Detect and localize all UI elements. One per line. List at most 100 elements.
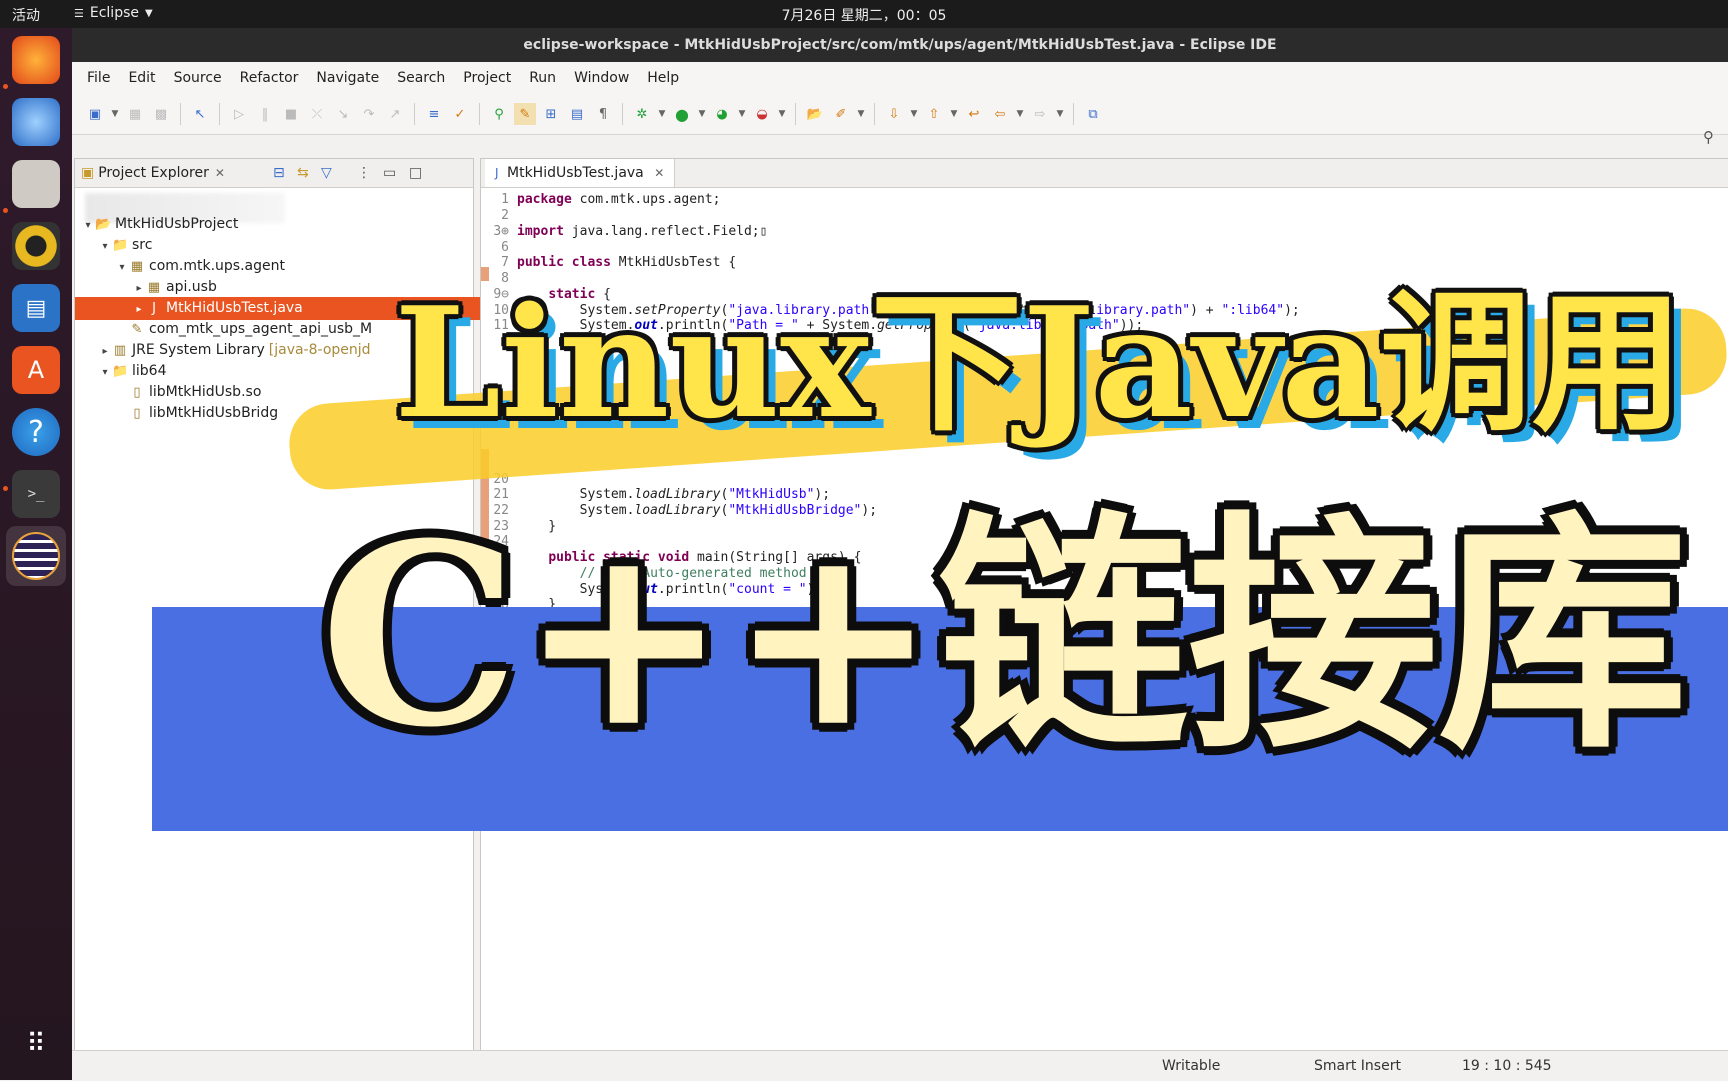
minimize-icon[interactable]: ▭	[383, 165, 396, 181]
chevron-down-icon[interactable]: ▼	[737, 103, 747, 125]
menu-search[interactable]: Search	[388, 70, 454, 86]
menu-run[interactable]: Run	[520, 70, 565, 86]
file-icon: ▯	[133, 406, 141, 421]
chevron-down-icon[interactable]: ▾	[115, 256, 129, 278]
running-indicator	[3, 486, 8, 491]
open-task-icon[interactable]: ▤	[566, 103, 588, 125]
toolbar-separator	[622, 103, 623, 125]
search-icon[interactable]: ⚲	[1703, 128, 1714, 146]
main-toolbar: ▣ ▼ ▦ ▩ ↖ ▷ ‖ ■ ⤫ ↘ ↷ ↗ ≡ ✓ ⚲ ✎ ⊞ ▤ ¶ ✲ …	[72, 94, 1728, 135]
filter-icon[interactable]: ▽	[321, 165, 332, 181]
debug-icon[interactable]: ✲	[631, 103, 653, 125]
menu-help[interactable]: Help	[638, 70, 688, 86]
app-grid-icon[interactable]: ⠿	[12, 1020, 60, 1068]
chevron-down-icon[interactable]: ▼	[949, 103, 959, 125]
step-into-icon[interactable]: ↘	[332, 103, 354, 125]
chevron-down-icon[interactable]: ▾	[81, 214, 95, 236]
header-file-icon: ✎	[131, 322, 143, 337]
cursor-position: 19 : 10 : 545	[1462, 1058, 1552, 1074]
save-all-icon[interactable]: ▩	[150, 103, 172, 125]
files-icon[interactable]	[12, 160, 60, 208]
terminal-icon[interactable]: >_	[12, 470, 60, 518]
next-annotation-icon[interactable]: ⇩	[883, 103, 905, 125]
close-icon[interactable]: ✕	[654, 166, 664, 180]
collapse-all-icon[interactable]: ⊟	[273, 165, 285, 181]
outline-icon[interactable]: ≡	[423, 103, 445, 125]
chevron-down-icon[interactable]: ▼	[856, 103, 866, 125]
open-type-icon[interactable]: ⊞	[540, 103, 562, 125]
thunderbird-icon[interactable]	[12, 98, 60, 146]
overlay-title-line1: Linux下Java调用	[394, 273, 1684, 452]
writer-icon[interactable]: ▤	[12, 284, 60, 332]
chevron-down-icon[interactable]: ▼	[1015, 103, 1025, 125]
menu-project[interactable]: Project	[454, 70, 520, 86]
close-icon[interactable]: ✕	[215, 166, 225, 180]
folder-icon: 📁	[112, 364, 129, 379]
clock[interactable]: 7月26日 星期二，00：05	[0, 5, 1728, 25]
step-over-icon[interactable]: ↷	[358, 103, 380, 125]
suspend-icon[interactable]: ‖	[254, 103, 276, 125]
chevron-down-icon[interactable]: ▼	[110, 103, 120, 125]
last-edit-icon[interactable]: ↩	[963, 103, 985, 125]
link-editor-icon[interactable]: ⇆	[297, 165, 309, 181]
insert-mode-status: Smart Insert	[1314, 1058, 1401, 1074]
resume-icon[interactable]: ▷	[228, 103, 250, 125]
chevron-down-icon[interactable]: ▾	[98, 235, 112, 257]
menu-refactor[interactable]: Refactor	[231, 70, 308, 86]
forward-icon[interactable]: ⇨	[1029, 103, 1051, 125]
open-folder-icon[interactable]: 📂	[804, 103, 826, 125]
chevron-down-icon[interactable]: ▼	[657, 103, 667, 125]
tree-item[interactable]: ▾ 📂 MtkHidUsbProject	[75, 213, 479, 236]
code-line: 2	[481, 207, 517, 224]
chevron-down-icon[interactable]: ▼	[697, 103, 707, 125]
step-return-icon[interactable]: ↗	[384, 103, 406, 125]
status-bar: Writable Smart Insert 19 : 10 : 545	[72, 1050, 1728, 1081]
project-icon: 📂	[95, 217, 112, 232]
run-icon[interactable]: ●	[671, 103, 693, 125]
new-icon[interactable]: ▣	[84, 103, 106, 125]
chevron-down-icon[interactable]: ▾	[98, 361, 112, 383]
view-menu-icon[interactable]: ⋮	[357, 165, 371, 181]
menu-file[interactable]: File	[78, 70, 119, 86]
save-icon[interactable]: ▦	[124, 103, 146, 125]
tree-item[interactable]: ▾ 📁 src	[75, 234, 496, 257]
tree-item-label: MtkHidUsbTest.java	[166, 300, 303, 316]
project-explorer-title[interactable]: Project Explorer	[98, 165, 209, 181]
toolbar-separator	[414, 103, 415, 125]
chevron-down-icon[interactable]: ▼	[909, 103, 919, 125]
terminate-icon[interactable]: ■	[280, 103, 302, 125]
toolbar-separator	[1073, 103, 1074, 125]
editor-tabs: J MtkHidUsbTest.java ✕	[481, 159, 1728, 188]
eclipse-dock-icon[interactable]	[6, 526, 66, 586]
open-perspective-icon[interactable]: ⧉	[1082, 103, 1104, 125]
cursor-icon[interactable]: ↖	[189, 103, 211, 125]
software-center-icon[interactable]: A	[12, 346, 60, 394]
menu-window[interactable]: Window	[565, 70, 638, 86]
menu-navigate[interactable]: Navigate	[307, 70, 388, 86]
chevron-down-icon[interactable]: ▼	[1055, 103, 1065, 125]
help-icon[interactable]: ?	[12, 408, 60, 456]
chevron-right-icon[interactable]: ▸	[132, 277, 146, 299]
back-icon[interactable]: ⇦	[989, 103, 1011, 125]
highlight-icon[interactable]: ✎	[514, 103, 536, 125]
chevron-down-icon[interactable]: ▼	[777, 103, 787, 125]
disconnect-icon[interactable]: ⤫	[306, 103, 328, 125]
coverage-icon[interactable]: ◕	[711, 103, 733, 125]
editor-tab[interactable]: J MtkHidUsbTest.java ✕	[485, 159, 676, 187]
source-folder-icon: 📁	[112, 238, 129, 253]
chevron-right-icon[interactable]: ▸	[98, 340, 112, 362]
menu-bar: File Edit Source Refactor Navigate Search Proj…	[72, 62, 1728, 94]
firefox-icon[interactable]	[12, 36, 60, 84]
chevron-right-icon[interactable]: ▸	[132, 298, 146, 320]
show-whitespace-icon[interactable]: ¶	[592, 103, 614, 125]
menu-source[interactable]: Source	[165, 70, 231, 86]
previous-annotation-icon[interactable]: ⇧	[923, 103, 945, 125]
menu-edit[interactable]: Edit	[119, 70, 164, 86]
external-tools-icon[interactable]: ◒	[751, 103, 773, 125]
search-tool-icon[interactable]: ✐	[830, 103, 852, 125]
overlay-title-line2: C++链接库	[320, 488, 1688, 782]
maximize-icon[interactable]: □	[409, 165, 422, 181]
rhythmbox-icon[interactable]	[12, 222, 60, 270]
pin-icon[interactable]: ⚲	[488, 103, 510, 125]
task-icon[interactable]: ✓	[449, 103, 471, 125]
